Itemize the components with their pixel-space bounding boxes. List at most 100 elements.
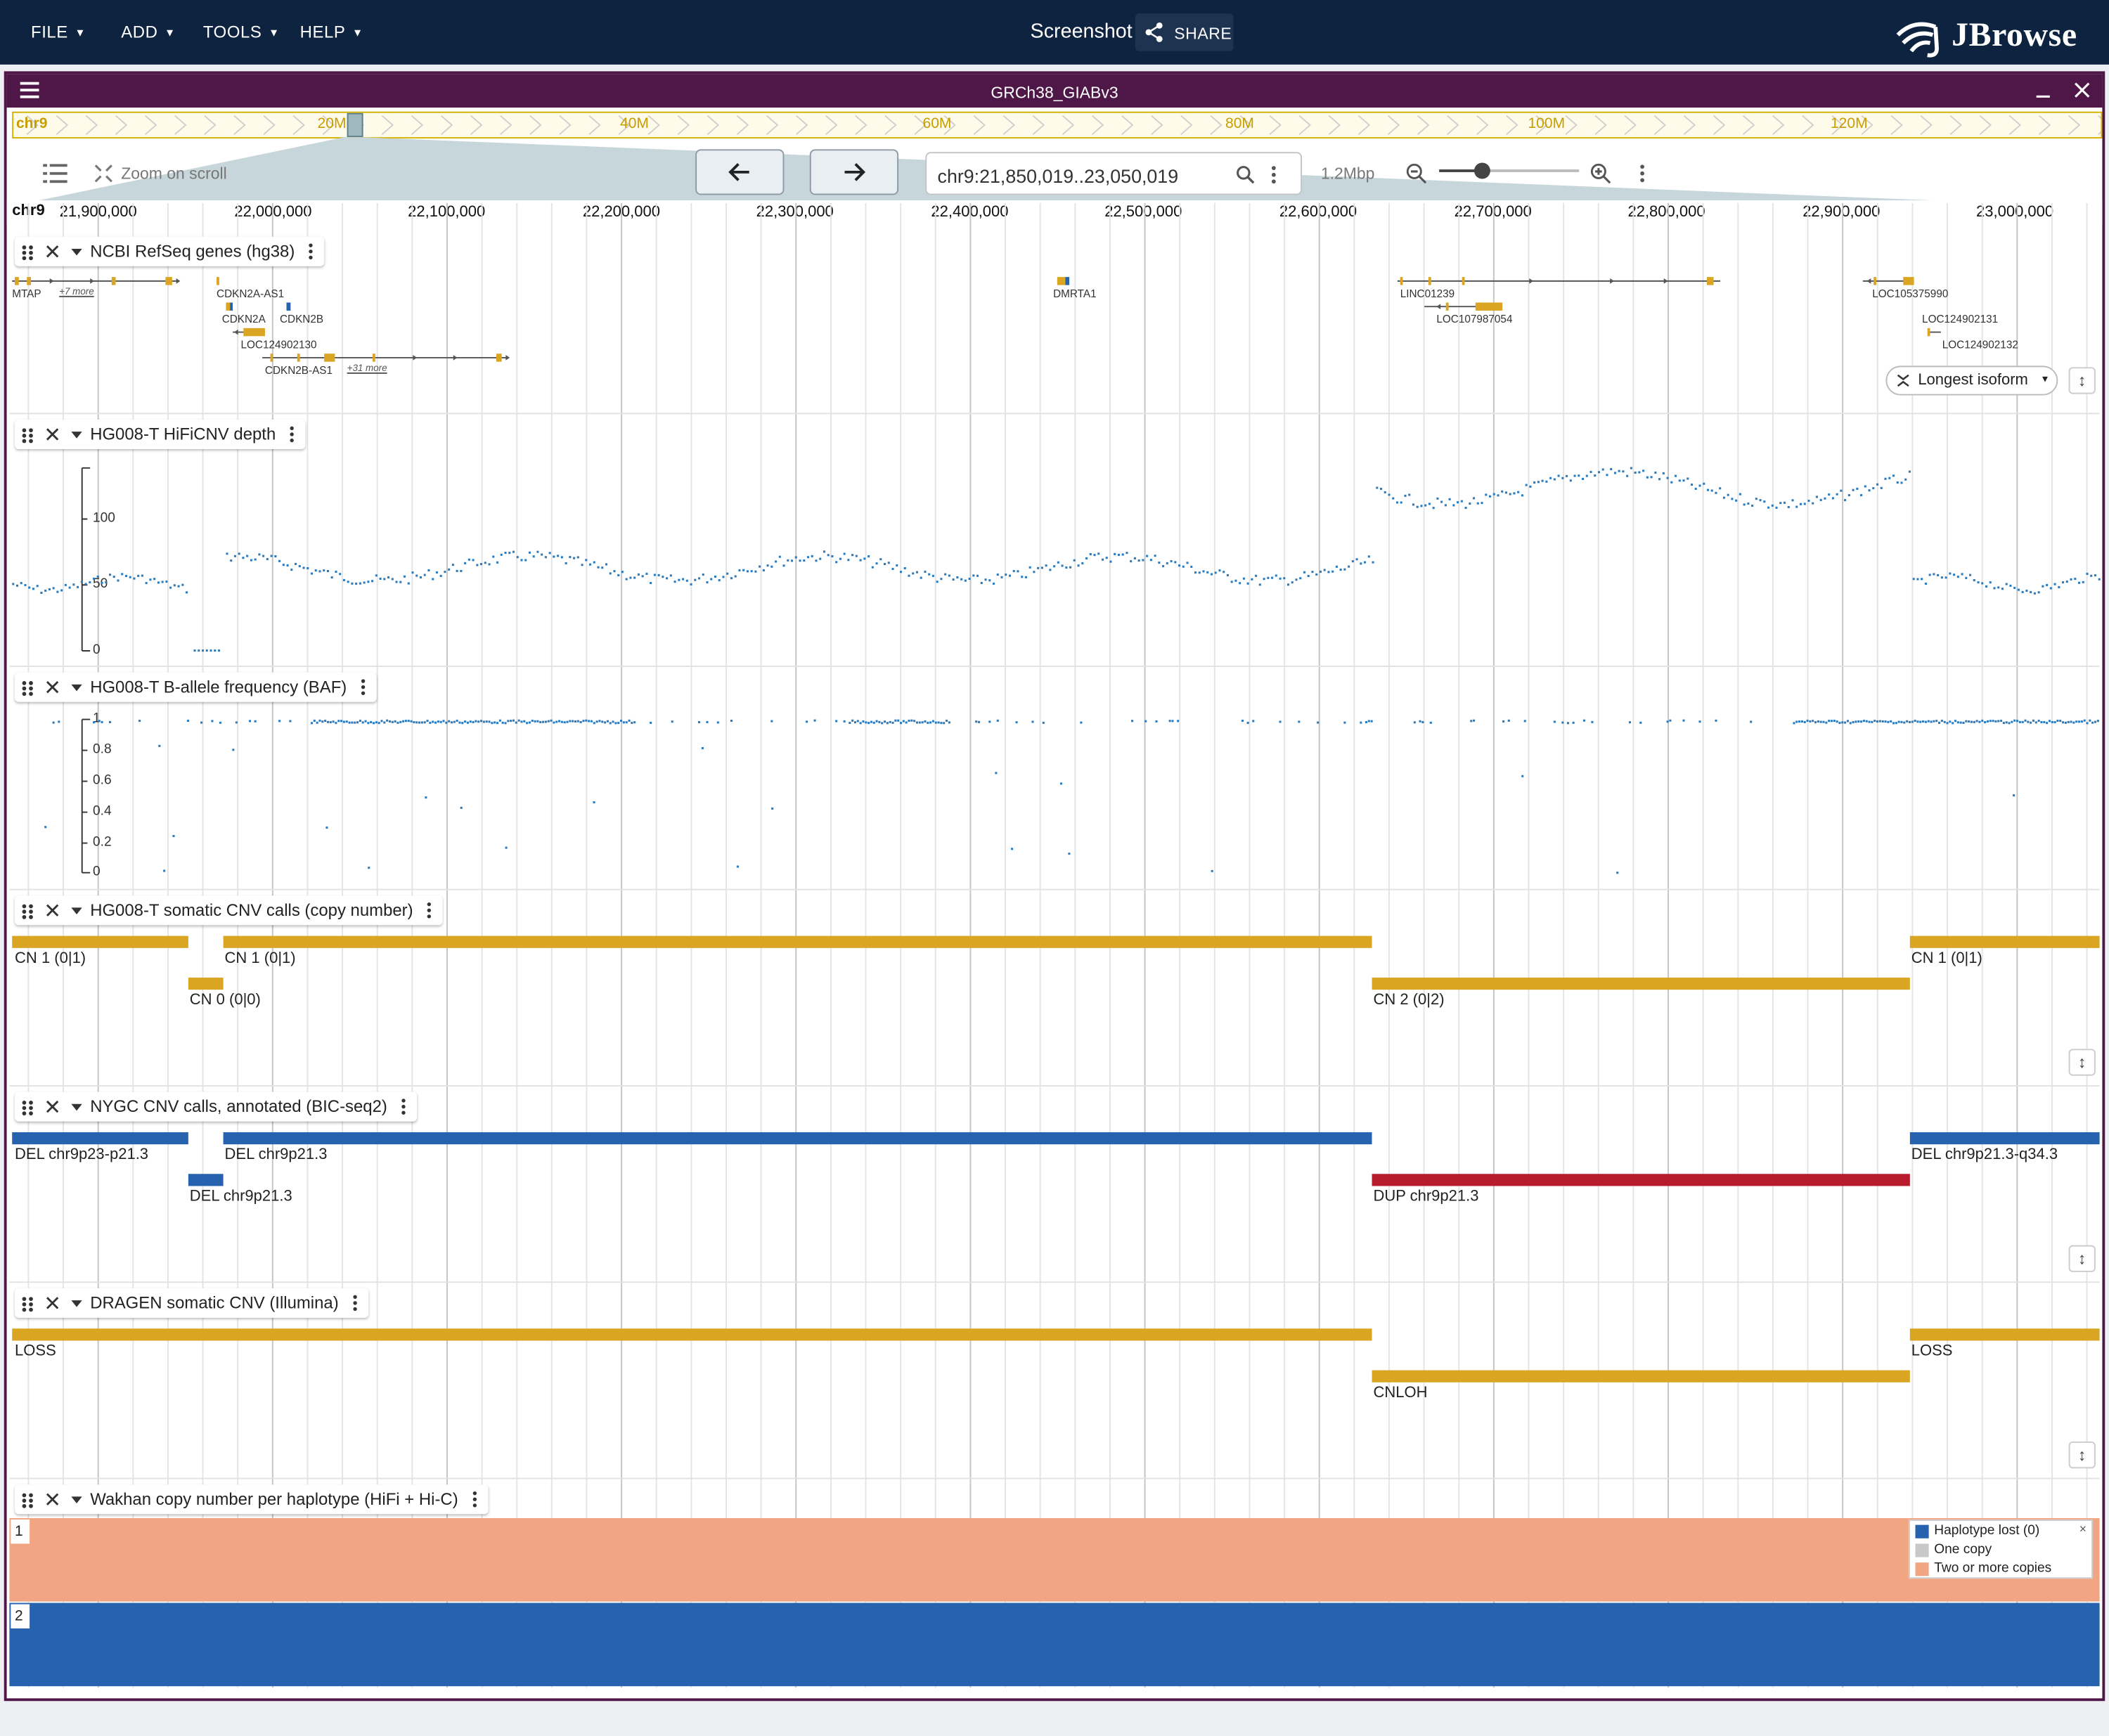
data-point [496, 561, 499, 564]
haplotype-row-2[interactable] [9, 1602, 2100, 1687]
zoom-on-scroll-icon[interactable] [94, 164, 113, 183]
overview-scalebar[interactable]: chr9 20M 40M 60M 80M 100M 120M [12, 111, 2103, 139]
cnv-feature[interactable] [188, 977, 224, 990]
zoom-on-scroll-label[interactable]: Zoom on scroll [121, 164, 227, 183]
close-track-icon[interactable] [46, 904, 59, 917]
collapse-triangle-icon[interactable] [71, 1496, 82, 1503]
gene-label[interactable]: LOC107987054 [1436, 313, 1512, 325]
menu-add[interactable]: ADD ▼ [121, 23, 176, 42]
gene-label[interactable]: LINC01239 [1400, 287, 1455, 299]
gene-label[interactable]: LOC124902132 [1942, 339, 2018, 351]
data-point [359, 582, 361, 585]
data-point [1566, 474, 1568, 477]
data-point [851, 719, 854, 722]
menu-help[interactable]: HELP ▼ [300, 23, 363, 42]
menu-file[interactable]: FILE ▼ [31, 23, 86, 42]
minimize-icon[interactable] [2035, 82, 2051, 98]
isoform-select[interactable]: Longest isoform ▼ [1885, 365, 2058, 396]
zoom-out-icon[interactable] [1405, 163, 1427, 185]
share-button[interactable]: SHARE [1135, 13, 1234, 51]
cnv-feature[interactable] [1372, 977, 1910, 990]
drag-handle-icon[interactable] [22, 904, 35, 920]
data-point [1978, 720, 1981, 723]
data-point [770, 565, 773, 568]
legend-close-icon[interactable]: × [2079, 1522, 2087, 1536]
gene-label[interactable]: CDKN2B-AS1 [265, 364, 333, 376]
more-genes-link[interactable]: +31 more [347, 364, 387, 373]
cnv-feature[interactable] [223, 935, 1372, 948]
isoform-select-label: Longest isoform [1918, 372, 2028, 389]
cnv-feature[interactable] [12, 935, 188, 948]
location-search-input[interactable]: chr9:21,850,019..23,050,019 [925, 152, 1303, 195]
location-options-icon[interactable] [1271, 165, 1277, 184]
overview-highlight[interactable] [347, 112, 363, 138]
zoom-in-icon[interactable] [1589, 163, 1611, 185]
cnv-feature[interactable] [1909, 1328, 2100, 1341]
data-point [501, 721, 504, 724]
gene-label[interactable]: CDKN2A [222, 313, 266, 325]
resize-track-button[interactable]: ↕ [2068, 1245, 2096, 1272]
track-selector-icon[interactable] [43, 164, 67, 183]
drag-handle-icon[interactable] [22, 1296, 35, 1312]
resize-track-button[interactable]: ↕ [2068, 1441, 2096, 1469]
close-track-icon[interactable] [46, 1100, 59, 1113]
data-point [1146, 555, 1149, 557]
data-point [372, 722, 375, 725]
data-point [1997, 720, 2000, 723]
cnv-feature[interactable] [1909, 935, 2100, 948]
gene-label[interactable]: LOC105375990 [1872, 287, 1948, 299]
cnv-feature[interactable] [1909, 1132, 2100, 1145]
view-options-icon[interactable] [1639, 164, 1645, 183]
coordinate-ruler[interactable]: chr9 21,900,000 22,000,000 22,100,000 22… [6, 200, 2103, 225]
gene-label[interactable]: MTAP [12, 287, 41, 299]
collapse-triangle-icon[interactable] [71, 1103, 82, 1111]
haplotype-row-1[interactable] [9, 1518, 2100, 1602]
collapse-triangle-icon[interactable] [71, 907, 82, 914]
menu-tools[interactable]: TOOLS ▼ [203, 23, 280, 42]
resize-track-button[interactable]: ↕ [2068, 367, 2096, 394]
cnv-feature[interactable] [1372, 1370, 1910, 1382]
track-menu-icon[interactable] [401, 1099, 406, 1115]
cnv-feature[interactable] [1372, 1174, 1910, 1186]
data-point [472, 720, 475, 724]
zoom-slider[interactable] [1439, 162, 1580, 179]
data-point [1246, 721, 1249, 725]
cnv-feature[interactable] [188, 1174, 224, 1186]
session-title[interactable]: Screenshot [1031, 20, 1133, 44]
gene-label[interactable]: LOC124902131 [1922, 313, 1998, 325]
collapse-triangle-icon[interactable] [71, 1300, 82, 1307]
gene-label[interactable]: DMRTA1 [1053, 287, 1097, 299]
data-point [787, 559, 789, 562]
menu-help-label: HELP [299, 22, 346, 42]
close-track-icon[interactable] [46, 1493, 59, 1506]
data-point [2094, 720, 2097, 723]
more-genes-link[interactable]: +7 more [59, 287, 94, 297]
cnv-feature[interactable] [12, 1328, 1372, 1341]
gene-label[interactable]: CDKN2B [280, 313, 323, 325]
data-point [1045, 564, 1047, 567]
data-point [1582, 719, 1585, 722]
gene-label[interactable]: LOC124902130 [240, 339, 316, 351]
search-icon[interactable] [1236, 165, 1255, 184]
drag-handle-icon[interactable] [22, 1493, 35, 1509]
data-point [1900, 481, 1903, 484]
pan-right-button[interactable] [809, 149, 899, 195]
data-point [912, 572, 915, 575]
cnv-feature[interactable] [12, 1132, 188, 1145]
gene-label[interactable]: CDKN2A-AS1 [217, 287, 284, 299]
track-menu-icon[interactable] [472, 1491, 477, 1508]
track-menu-icon[interactable] [427, 902, 432, 919]
cnv-feature[interactable] [223, 1132, 1372, 1145]
close-view-icon[interactable] [2074, 82, 2090, 98]
data-point [515, 721, 517, 724]
data-point [819, 557, 822, 560]
close-track-icon[interactable] [46, 1296, 59, 1309]
data-point [595, 720, 598, 723]
feature-label: CN 1 (0|1) [224, 950, 296, 967]
drag-handle-icon[interactable] [22, 1100, 35, 1116]
track-menu-icon[interactable] [352, 1295, 358, 1311]
zoom-slider-thumb[interactable] [1473, 162, 1490, 179]
ruler-tick: 21,900,000 [59, 204, 137, 221]
pan-left-button[interactable] [695, 149, 785, 195]
resize-track-button[interactable]: ↕ [2068, 1049, 2096, 1076]
